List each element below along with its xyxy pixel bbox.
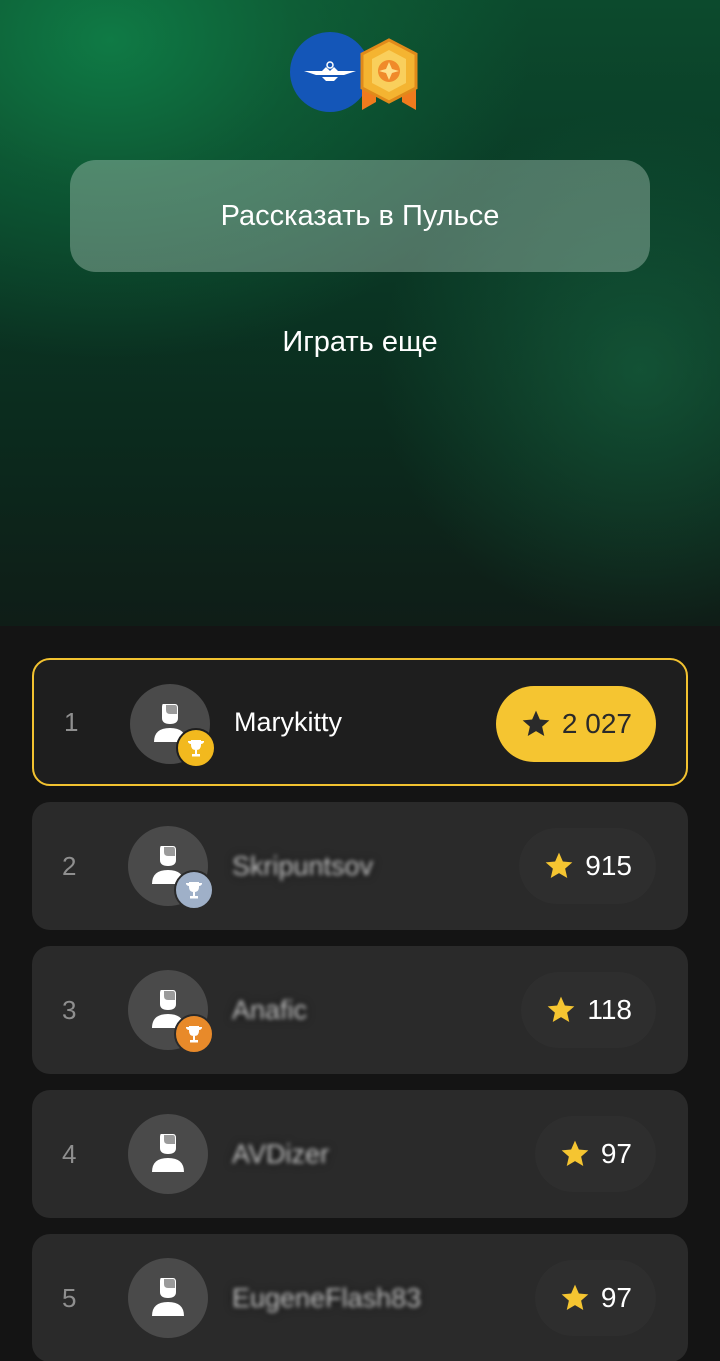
player-name: Anafic	[232, 994, 308, 1025]
medal-badge-icon	[356, 38, 422, 112]
score-badge: 118	[521, 972, 656, 1048]
leaderboard-row[interactable]: 5 EugeneFlash83 97	[32, 1234, 688, 1361]
star-icon	[548, 996, 575, 1022]
score-badge: 915	[519, 828, 656, 904]
score-badge: 97	[534, 1260, 656, 1336]
score-value: 97	[600, 1138, 632, 1169]
score-value: 97	[600, 1282, 632, 1313]
play-again-link[interactable]: Играть еще	[0, 326, 720, 359]
star-icon	[561, 1284, 589, 1310]
leaderboard-row[interactable]: 2 Skripuntsov 915	[32, 802, 688, 930]
avatar	[128, 1114, 208, 1194]
rank-number: 5	[62, 1282, 77, 1313]
player-name: AVDizer	[232, 1138, 330, 1169]
rank-number: 1	[64, 706, 79, 737]
silver-trophy-icon	[174, 870, 214, 910]
player-name: EugeneFlash83	[232, 1282, 422, 1313]
bronze-trophy-icon	[174, 1014, 214, 1054]
gold-trophy-icon	[176, 728, 216, 768]
score-value: 915	[585, 850, 632, 881]
results-hero: Рассказать в Пульсе Играть еще	[0, 0, 720, 626]
avatar	[128, 1258, 208, 1338]
leaderboard-row[interactable]: 4 AVDizer 97	[32, 1090, 688, 1218]
achievement-badges	[290, 32, 430, 112]
rank-number: 2	[62, 850, 77, 881]
star-icon	[522, 710, 550, 736]
score-badge: 2 027	[495, 686, 656, 762]
share-in-pulse-button[interactable]: Рассказать в Пульсе	[70, 160, 650, 272]
rank-number: 3	[62, 994, 77, 1025]
leaderboard-row[interactable]: 3 Anafic 118	[32, 946, 688, 1074]
rank-number: 4	[62, 1138, 77, 1169]
player-name: Skripuntsov	[232, 850, 374, 881]
star-icon	[545, 852, 573, 878]
leaderboard: 1 Marykitty 2 027 2 Skripuntsov 915 3 An…	[0, 626, 720, 1361]
score-value: 2 027	[561, 708, 632, 739]
player-name: Marykitty	[234, 706, 342, 737]
score-value: 118	[587, 994, 632, 1025]
leaderboard-row[interactable]: 1 Marykitty 2 027	[32, 658, 688, 786]
score-badge: 97	[534, 1116, 656, 1192]
star-icon	[561, 1140, 589, 1166]
